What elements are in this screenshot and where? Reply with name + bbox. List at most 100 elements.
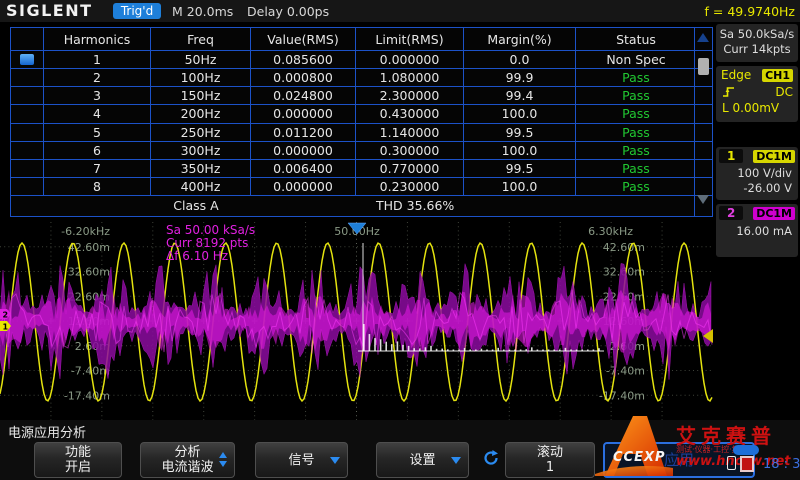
row-select-indicator: [11, 124, 44, 141]
table-scrollbar[interactable]: [694, 28, 712, 216]
table-row[interactable]: 8400Hz0.0000000.230000100.0Pass: [11, 178, 712, 196]
column-header: Harmonics: [44, 28, 151, 50]
column-header: Margin(%): [464, 28, 576, 50]
table-cell: 400Hz: [151, 178, 251, 195]
fft-bar: [413, 348, 415, 351]
menu-button-分析-电流谐波[interactable]: 分析电流谐波: [140, 442, 235, 478]
table-cell: 1: [44, 51, 151, 68]
row-select-indicator: [11, 160, 44, 177]
channel2-coupling-badge: DC1M: [753, 207, 795, 220]
row-select-indicator: [11, 142, 44, 159]
menu-title: 电源应用分析: [8, 422, 86, 441]
amplitude-label: 42.60m: [603, 241, 645, 254]
timebase-readout[interactable]: M 20.0ms: [172, 4, 233, 19]
table-cell: 0.000000: [251, 142, 356, 159]
fft-bar: [391, 344, 393, 351]
menu-button-label: 开启: [65, 460, 91, 475]
fft-bar: [385, 342, 387, 351]
bottom-menu-bar: 电源应用分析 功能开启分析电流谐波信号设置滚动1应用: [0, 420, 800, 480]
trigger-source-badge: CH1: [762, 69, 793, 82]
menu-button-滚动-1[interactable]: 滚动1: [505, 442, 595, 478]
table-cell: 99.4: [464, 87, 576, 104]
sample-rate: Sa 50.0kSa/s: [716, 27, 798, 42]
fft-bar: [464, 348, 466, 351]
table-cell: Pass: [576, 105, 696, 122]
scrollbar-thumb[interactable]: [698, 58, 709, 75]
channel2-panel[interactable]: 2 DC1M 16.00 mA: [716, 204, 798, 257]
channel1-number: 1: [719, 149, 743, 163]
fft-bar: [553, 350, 555, 352]
table-row[interactable]: 4200Hz0.0000000.430000100.0Pass: [11, 105, 712, 123]
fft-bar: [458, 350, 460, 352]
table-cell: Pass: [576, 124, 696, 141]
table-cell: 0.000000: [356, 51, 464, 68]
table-cell: 100.0: [464, 178, 576, 195]
channel1-panel[interactable]: 1 DC1M 100 V/div -26.00 V: [716, 147, 798, 200]
fft-bar: [425, 347, 427, 351]
scroll-down-icon[interactable]: [697, 195, 709, 204]
acquisition-panel: Sa 50.0kSa/s Curr 14kpts: [716, 24, 798, 62]
trigger-level: L 0.00mV: [716, 101, 798, 115]
fft-info-text: Δf 6.10 Hz: [166, 249, 228, 263]
trigger-coupling: DC: [775, 85, 793, 99]
fft-bar: [537, 350, 539, 352]
table-row[interactable]: 150Hz0.0856000.0000000.0Non Spec: [11, 51, 712, 69]
trigger-panel[interactable]: Edge CH1 DC L 0.00mV: [716, 66, 798, 122]
fft-bar: [497, 348, 499, 351]
table-cell: 300Hz: [151, 142, 251, 159]
table-cell: 0.000000: [251, 105, 356, 122]
fft-bar: [475, 350, 477, 352]
table-cell: 250Hz: [151, 124, 251, 141]
table-cell: Pass: [576, 69, 696, 86]
fft-bar: [419, 348, 421, 351]
fft-bar: [486, 350, 488, 352]
table-cell: 0.770000: [356, 160, 464, 177]
menu-button-设置[interactable]: 设置: [376, 442, 469, 478]
waveform-display[interactable]: -6.20kHz50.00Hz6.30kHz42.60m42.60m32.60m…: [0, 222, 713, 420]
scroll-up-icon[interactable]: [697, 33, 709, 42]
column-header: Status: [576, 28, 696, 50]
fft-bar: [503, 350, 505, 352]
table-cell: 100Hz: [151, 69, 251, 86]
table-row[interactable]: 6300Hz0.0000000.300000100.0Pass: [11, 142, 712, 160]
table-row[interactable]: 7350Hz0.0064000.77000099.5Pass: [11, 160, 712, 178]
menu-button-功能-开启[interactable]: 功能开启: [34, 442, 122, 478]
harmonics-table: HarmonicsFreqValue(RMS)Limit(RMS)Margin(…: [10, 27, 713, 217]
fft-bar: [509, 350, 511, 352]
menu-button-label: 分析: [174, 445, 200, 460]
menu-button-应用[interactable]: 应用: [603, 442, 755, 478]
table-cell: 6: [44, 142, 151, 159]
menu-button-信号[interactable]: 信号: [255, 442, 348, 478]
fft-bar: [542, 350, 544, 352]
down-arrow-icon: [451, 457, 461, 464]
table-cell: 200Hz: [151, 105, 251, 122]
fft-bar: [408, 346, 410, 351]
menu-button-label: 功能: [65, 445, 91, 460]
fft-bar: [548, 350, 550, 352]
fft-bar: [492, 350, 494, 352]
delay-readout[interactable]: Delay 0.00ps: [247, 4, 329, 19]
table-cell: 4: [44, 105, 151, 122]
table-cell: 1.140000: [356, 124, 464, 141]
fft-bar: [397, 341, 399, 351]
table-cell: 100.0: [464, 105, 576, 122]
thd-readout: THD 35.66%: [376, 198, 454, 213]
table-row[interactable]: 5250Hz0.0112001.14000099.5Pass: [11, 124, 712, 142]
oscilloscope-screen: SIGLENT Trig'd M 20.0ms Delay 0.00ps f =…: [0, 0, 800, 480]
channel-marker-label: 2: [3, 311, 9, 320]
table-cell: 0.000800: [251, 69, 356, 86]
table-row[interactable]: 2100Hz0.0008001.08000099.9Pass: [11, 69, 712, 87]
column-header: Limit(RMS): [356, 28, 464, 50]
table-cell: 7: [44, 160, 151, 177]
menu-button-label: 电流谐波: [161, 460, 213, 475]
table-row[interactable]: 3150Hz0.0248002.30000099.4Pass: [11, 87, 712, 105]
table-cell: 99.9: [464, 69, 576, 86]
fft-info-text: Sa 50.00 kSa/s: [166, 223, 255, 237]
fft-bar: [453, 350, 455, 352]
rotate-arrow-icon[interactable]: [482, 449, 500, 467]
rising-edge-icon: [721, 84, 736, 99]
table-cell: 2.300000: [356, 87, 464, 104]
table-cell: 0.000000: [251, 178, 356, 195]
table-cell: 0.006400: [251, 160, 356, 177]
row-select-indicator: [11, 87, 44, 104]
